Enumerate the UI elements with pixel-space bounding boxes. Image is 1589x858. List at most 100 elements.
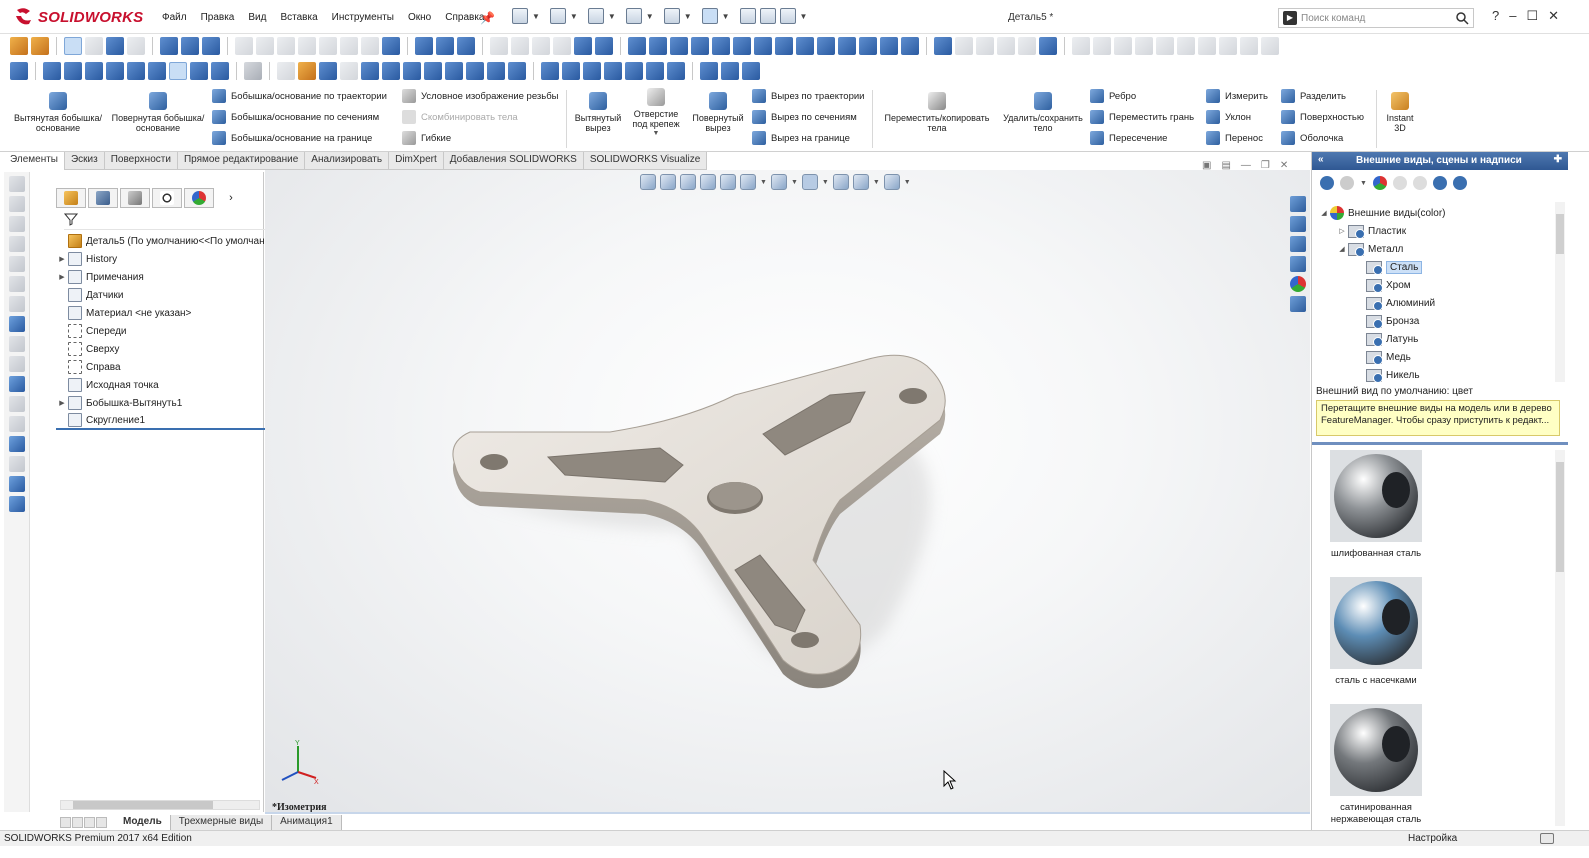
viewport-tile-icon[interactable]: ▤ [1221, 160, 1230, 171]
lofted-cut-button[interactable]: Вырез по сечениям [752, 110, 857, 124]
strip-icon[interactable] [9, 256, 25, 272]
expand-arrow-icon[interactable]: ▶ [56, 255, 68, 263]
dynamic-annotation-icon[interactable] [720, 174, 736, 190]
tree-item[interactable]: ▶ Примечания [56, 268, 266, 286]
appearance-folder-item[interactable]: ◢ Металл [1318, 240, 1550, 258]
strip-icon[interactable] [9, 236, 25, 252]
tab-dimxpert[interactable]: DimXpert [389, 152, 444, 170]
tree-root-part[interactable]: Деталь5 (По умолчанию<<По умолчан [56, 232, 266, 250]
cosmetic-thread-button[interactable]: Условное изображение резьбы [402, 89, 558, 103]
dimxpert-tab[interactable] [152, 188, 182, 208]
toolbar-icon[interactable] [382, 37, 400, 55]
swept-cut-button[interactable]: Вырез по траектории [752, 89, 864, 103]
toolbar-icon[interactable] [10, 37, 28, 55]
expand-arrow-icon[interactable]: ▶ [56, 399, 68, 407]
appearance-folder-item[interactable]: Алюминий [1318, 294, 1550, 312]
select-arrow-icon[interactable] [64, 37, 82, 55]
toolbar-icon[interactable] [490, 37, 508, 55]
feature-tree-hscroll[interactable] [60, 800, 260, 810]
view-orientation-icon[interactable] [740, 174, 756, 190]
menu-view[interactable]: Вид [241, 12, 273, 23]
zoom-to-fit-icon[interactable] [640, 174, 656, 190]
menu-pin-icon[interactable]: 📌 [480, 11, 495, 25]
help-button[interactable]: ? [1492, 8, 1499, 24]
open-document-icon[interactable] [549, 8, 566, 24]
options-gear-icon[interactable] [779, 8, 796, 24]
toolbar-icon[interactable] [604, 62, 622, 80]
view-top-icon[interactable] [127, 62, 145, 80]
toolbar-icon[interactable] [298, 62, 316, 80]
toolbar-icon[interactable] [574, 37, 592, 55]
display-manager-tab[interactable] [184, 188, 214, 208]
intersect-button[interactable]: Пересечение [1090, 131, 1167, 145]
tab-evaluate[interactable]: Анализировать [305, 152, 390, 170]
next-tab-icon[interactable] [84, 817, 95, 828]
toolbar-icon[interactable] [532, 37, 550, 55]
toolbar-icon[interactable] [1240, 37, 1258, 55]
featuremanager-tab[interactable] [56, 188, 86, 208]
toolbar-icon[interactable] [424, 62, 442, 80]
new-folder-icon[interactable] [1412, 176, 1427, 190]
toolbar-icon[interactable] [244, 62, 262, 80]
view-bottom-icon[interactable] [148, 62, 166, 80]
tree-item[interactable]: Скругление1 [56, 412, 266, 430]
expand-arrow-icon[interactable]: ▷ [1336, 227, 1348, 235]
toolbar-icon[interactable] [838, 37, 856, 55]
toolbar-icon[interactable] [997, 37, 1015, 55]
viewport-restore-icon[interactable]: ▣ [1202, 160, 1211, 171]
last-tab-icon[interactable] [96, 817, 107, 828]
viewport-minimize-icon[interactable]: — [1241, 160, 1251, 171]
strip-icon[interactable] [9, 316, 25, 332]
tab-direct-editing[interactable]: Прямое редактирование [178, 152, 306, 170]
appearance-tree-scrollbar[interactable] [1555, 202, 1565, 382]
toolbar-icon[interactable] [700, 62, 718, 80]
toolbar-icon[interactable] [1093, 37, 1111, 55]
appearance-tree-root[interactable]: ◢ Внешние виды(color) [1318, 204, 1550, 222]
toolbar-icon[interactable] [595, 37, 613, 55]
traffic-light-icon[interactable] [739, 8, 756, 24]
view-back-icon[interactable] [64, 62, 82, 80]
toolbar-icon[interactable] [880, 37, 898, 55]
rib-button[interactable]: Ребро [1090, 89, 1136, 103]
normal-to-icon[interactable] [10, 62, 28, 80]
section-view-icon[interactable] [700, 174, 716, 190]
tab-surfaces[interactable]: Поверхности [105, 152, 178, 170]
toolbar-icon[interactable] [553, 37, 571, 55]
search-icon[interactable] [1455, 11, 1469, 25]
tab-model[interactable]: Модель [115, 815, 171, 830]
delete-keep-body-button[interactable]: Удалить/сохранить тело [1000, 90, 1086, 133]
collapse-arrow-icon[interactable]: ◢ [1336, 245, 1348, 253]
pane-splitter[interactable] [1312, 442, 1568, 445]
toolbar-icon[interactable] [934, 37, 952, 55]
surfaces-button[interactable]: Поверхностью [1281, 110, 1364, 124]
file-explorer-icon[interactable] [1290, 236, 1306, 252]
custom-properties-icon[interactable] [1290, 296, 1306, 312]
tab-features[interactable]: Элементы [4, 152, 65, 170]
tree-item[interactable]: ▶ Бобышка-Вытянуть1 [56, 394, 266, 412]
toolbar-icon[interactable] [445, 62, 463, 80]
file-properties-icon[interactable] [759, 8, 776, 24]
toolbar-icon[interactable] [1039, 37, 1057, 55]
tab-visualize[interactable]: SOLIDWORKS Visualize [584, 152, 708, 170]
viewport-maximize-icon[interactable]: ❐ [1261, 160, 1270, 171]
view-isometric-icon[interactable] [169, 62, 187, 80]
add-folder-icon[interactable] [1392, 176, 1407, 190]
pin-icon[interactable]: ✚ [1554, 154, 1562, 165]
viewport-close-icon[interactable]: ✕ [1280, 160, 1288, 171]
toolbar-icon[interactable] [361, 37, 379, 55]
boundary-boss-button[interactable]: Бобышка/основание на границе [212, 131, 372, 145]
hole-wizard-dropdown-icon[interactable]: ▼ [628, 129, 684, 139]
instant3d-button[interactable]: Instant 3D [1380, 90, 1420, 133]
menu-insert[interactable]: Вставка [273, 12, 324, 23]
appearance-folder-item[interactable]: Бронза [1318, 312, 1550, 330]
refresh-icon[interactable] [1432, 176, 1447, 190]
strip-icon[interactable] [9, 416, 25, 432]
3d-view-icon[interactable] [277, 62, 295, 80]
wrap-button[interactable]: Перенос [1206, 131, 1263, 145]
view-front-icon[interactable] [43, 62, 61, 80]
tree-item[interactable]: Справа [56, 358, 266, 376]
toolbar-icon[interactable] [436, 37, 454, 55]
close-button[interactable]: ✕ [1548, 8, 1559, 24]
toolbar-icon[interactable] [319, 62, 337, 80]
appearance-swatch[interactable]: шлифованная сталь [1316, 450, 1436, 560]
